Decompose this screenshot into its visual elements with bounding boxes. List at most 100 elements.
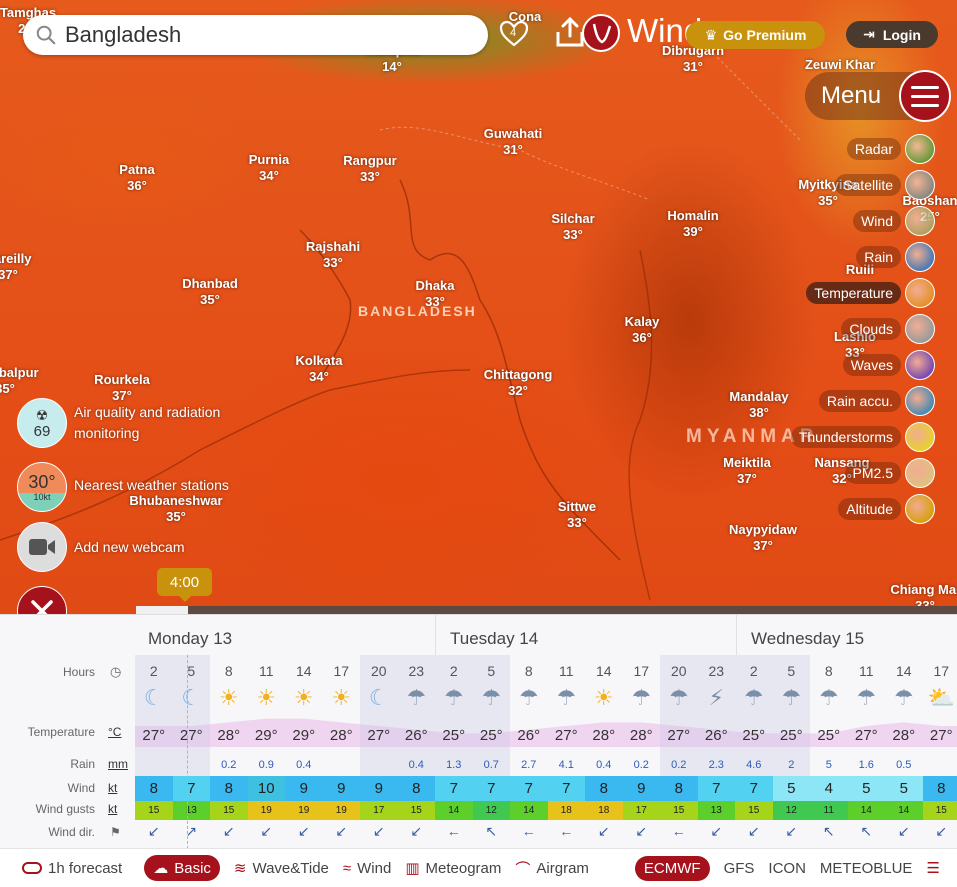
- radiation-icon: ☢: [35, 407, 49, 423]
- city-marker[interactable]: Rajshahi 33°: [306, 239, 360, 271]
- city-name: Mandalay: [729, 389, 789, 404]
- webcam-label[interactable]: Add new webcam: [74, 537, 185, 558]
- city-marker[interactable]: Silchar 33°: [551, 211, 594, 243]
- tab-wave-tide[interactable]: ≋ Wave&Tide: [234, 859, 329, 878]
- forecast-column[interactable]: 20 ☂ 27° 0.2: [660, 655, 698, 789]
- city-marker[interactable]: Zeuwi Khar: [805, 57, 875, 73]
- layer-pm2-5[interactable]: PM2.5: [791, 455, 935, 491]
- city-marker[interactable]: Rourkela 37°: [94, 372, 150, 404]
- city-marker[interactable]: Kolkata 34°: [296, 353, 343, 385]
- layer-wind[interactable]: Wind: [791, 203, 935, 239]
- search-input[interactable]: [65, 22, 445, 48]
- forecast-column[interactable]: 23 ☂ 26° 0.4: [397, 655, 435, 789]
- forecast-column[interactable]: 8 ☀ 28° 0.2: [210, 655, 248, 789]
- city-marker[interactable]: Purnia 34°: [249, 152, 289, 184]
- forecast-column[interactable]: 5 ☂ 25° 2: [772, 655, 810, 789]
- city-marker[interactable]: Meiktila 37°: [723, 455, 771, 487]
- menu-button[interactable]: Menu: [805, 70, 951, 122]
- city-marker[interactable]: Bhubaneshwar 35°: [129, 493, 222, 525]
- city-marker[interactable]: Homalin 39°: [667, 208, 718, 240]
- city-name: Meiktila: [723, 455, 771, 470]
- city-marker[interactable]: Dhanbad 35°: [182, 276, 238, 308]
- forecast-column[interactable]: 14 ☀ 28° 0.4: [585, 655, 623, 789]
- forecast-column[interactable]: 2 ☂ 25° 1.3: [435, 655, 473, 789]
- forecast-gust: 11: [810, 801, 848, 820]
- city-marker[interactable]: Mandalay 38°: [729, 389, 788, 421]
- layer-satellite[interactable]: Satellite: [791, 167, 935, 203]
- city-marker[interactable]: Rangpur 33°: [343, 153, 396, 185]
- layer-temperature[interactable]: Temperature: [791, 275, 935, 311]
- forecast-column[interactable]: 8 ☂ 26° 2.7: [510, 655, 548, 789]
- more-models[interactable]: ☰: [926, 859, 939, 877]
- layer-altitude[interactable]: Altitude: [791, 491, 935, 527]
- gusts-label: Wind gusts: [35, 802, 95, 816]
- air-quality-label[interactable]: Air quality and radiation monitoring: [74, 402, 220, 444]
- city-marker[interactable]: Sittwe 33°: [558, 499, 596, 531]
- tab-basic[interactable]: ☁ Basic: [144, 855, 220, 881]
- day-header[interactable]: Monday 13: [134, 615, 435, 655]
- city-marker[interactable]: Bareilly37°: [0, 251, 31, 283]
- forecast-hour: 20: [670, 663, 687, 679]
- gusts-unit[interactable]: kt: [108, 802, 117, 816]
- forecast-column[interactable]: 20 ☾ 27°: [360, 655, 398, 789]
- forecast-column[interactable]: 14 ☀ 29° 0.4: [285, 655, 323, 789]
- share-button[interactable]: [555, 16, 585, 48]
- forecast-column[interactable]: 11 ☀ 29° 0.9: [248, 655, 286, 789]
- timeline-bar[interactable]: [136, 606, 957, 614]
- forecast-column[interactable]: 5 ☾ 27°: [172, 655, 210, 789]
- forecast-column[interactable]: 17 ☀ 28°: [323, 655, 361, 789]
- forecast-column[interactable]: 11 ☂ 27° 1.6: [848, 655, 886, 789]
- rain-unit[interactable]: mm: [108, 757, 128, 771]
- layer-radar[interactable]: Radar: [791, 131, 935, 167]
- forecast-column[interactable]: 17 ☂ 28° 0.2: [623, 655, 661, 789]
- day-header[interactable]: Wednesday 15: [736, 615, 957, 655]
- weather-stations-button[interactable]: 30° 10kt: [17, 462, 67, 512]
- tab-meteogram[interactable]: ▥ Meteogram: [405, 859, 501, 878]
- layer-rain[interactable]: Rain: [791, 239, 935, 275]
- city-marker[interactable]: Kalay 36°: [625, 314, 660, 346]
- go-premium-button[interactable]: ♛ Go Premium: [686, 21, 825, 49]
- city-marker[interactable]: Chittagong 32°: [484, 367, 553, 399]
- wind-unit[interactable]: kt: [108, 781, 117, 795]
- city-marker[interactable]: Naypyidaw 37°: [729, 522, 797, 554]
- wind-label: Wind: [67, 781, 95, 795]
- forecast-column[interactable]: 23 ⚡ 26° 2.3: [697, 655, 735, 789]
- forecast-rain: 0.7: [483, 759, 499, 771]
- layer-clouds[interactable]: Clouds: [791, 311, 935, 347]
- search-bar[interactable]: [23, 15, 488, 55]
- forecast-1h-toggle[interactable]: 1h forecast: [22, 860, 122, 877]
- city-marker[interactable]: Guwahati 31°: [484, 126, 543, 158]
- model-meteoblue[interactable]: METEOBLUE: [820, 860, 913, 877]
- model-ecmwf[interactable]: ECMWF: [634, 855, 710, 881]
- city-name: Silchar: [551, 211, 595, 226]
- favorites-button[interactable]: 4: [498, 18, 530, 50]
- city-marker[interactable]: Sambalpur35°: [0, 365, 39, 397]
- tab-wind[interactable]: ≈ Wind: [343, 860, 391, 877]
- forecast-column[interactable]: 8 ☂ 25° 5: [810, 655, 848, 789]
- current-time-marker: [187, 655, 188, 848]
- day-header[interactable]: Tuesday 14: [435, 615, 736, 655]
- forecast-column[interactable]: 14 ☂ 28° 0.5: [885, 655, 923, 789]
- city-marker[interactable]: Patna 36°: [119, 162, 154, 194]
- forecast-column[interactable]: 17 ⛅ 27°: [923, 655, 957, 789]
- layer-waves[interactable]: Waves: [791, 347, 935, 383]
- login-button[interactable]: ⇥ Login: [846, 21, 938, 48]
- weather-moon-cloud-icon: ☾: [368, 685, 389, 710]
- forecast-column[interactable]: 2 ☾ 27°: [135, 655, 173, 789]
- tab-airgram[interactable]: ⌒ Airgram: [515, 858, 589, 879]
- forecast-column[interactable]: 5 ☂ 25° 0.7: [472, 655, 510, 789]
- model-icon[interactable]: ICON: [768, 860, 806, 877]
- stations-label[interactable]: Nearest weather stations: [74, 475, 229, 496]
- model-gfs[interactable]: GFS: [724, 860, 755, 877]
- temperature-unit[interactable]: °C: [108, 725, 121, 739]
- forecast-gust: 19: [247, 801, 285, 820]
- layer-thunderstorms[interactable]: Thunderstorms: [790, 419, 935, 455]
- city-marker[interactable]: Dhaka 33°: [415, 278, 454, 310]
- windy-logo[interactable]: [582, 14, 620, 52]
- forecast-column[interactable]: 11 ☂ 27° 4.1: [548, 655, 586, 789]
- layer-rain-accu[interactable]: Rain accu.: [791, 383, 935, 419]
- time-indicator[interactable]: 4:00: [157, 568, 212, 602]
- add-webcam-button[interactable]: [17, 522, 67, 572]
- air-quality-button[interactable]: ☢ 69: [17, 398, 67, 448]
- forecast-column[interactable]: 2 ☂ 25° 4.6: [735, 655, 773, 789]
